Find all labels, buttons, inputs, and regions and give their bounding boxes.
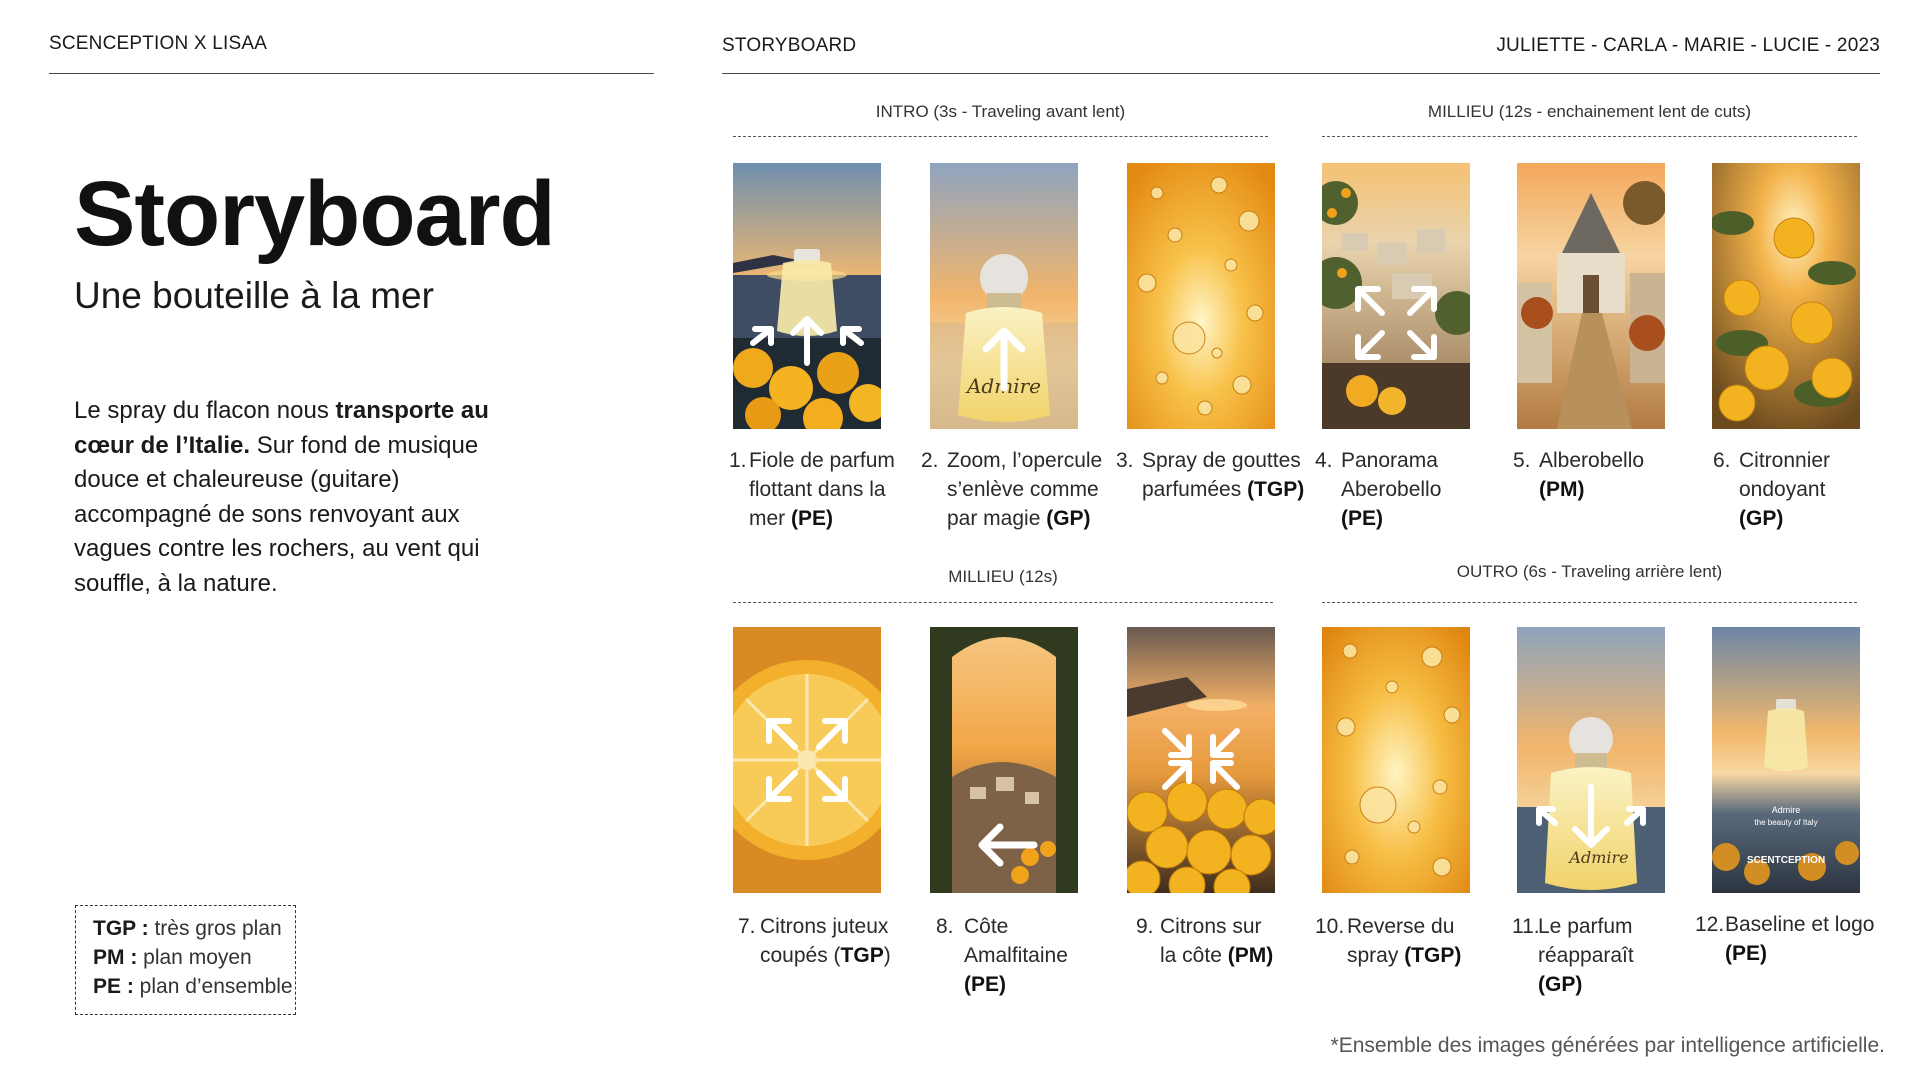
header-rule-left [49,73,654,74]
section-divider [1322,136,1857,137]
storyboard-frame-10 [1322,627,1470,893]
desc-text: Le spray du flacon nous [74,397,336,424]
legend-item: TGP : très gros plan [93,917,282,940]
description: Le spray du flacon nous transporte au cœ… [74,394,504,601]
storyboard-frame-7 [733,627,881,893]
desc-bold: cœur de l’Italie. [74,431,251,459]
storyboard-frame-12: Admire the beauty of Italy SCENTCEPTION [1712,627,1860,893]
header-right: JULIETTE - CARLA - MARIE - LUCIE - 2023 [1496,35,1880,56]
legend-item: PE : plan d’ensemble [93,975,293,998]
desc-text: vagues contre les rochers, au vent qui [74,535,480,562]
section-divider [733,602,1273,603]
section-divider [733,136,1268,137]
storyboard-frame-6 [1712,163,1860,429]
footnote: *Ensemble des images générées par intell… [1330,1034,1885,1057]
desc-text: Sur fond de musique [250,431,479,459]
storyboard-frame-9 [1127,627,1275,893]
storyboard-frame-1 [733,163,881,429]
bottle-logo: Admire [1567,848,1628,867]
desc-text: souffle, à la nature. [74,569,278,597]
baseline-text: Admire [1772,805,1801,815]
storyboard-frame-3 [1127,163,1275,429]
baseline-text: the beauty of Italy [1754,818,1817,827]
storyboard-frame-2: Admire [930,163,1078,429]
shot-legend: TGP : très gros plan PM : plan moyen PE … [75,905,296,1015]
storyboard-frame-11: Admire [1517,627,1665,893]
section-millieu-2: MILLIEU (12s) [948,567,1058,586]
storyboard-frame-4 [1322,163,1470,429]
section-millieu-1: MILLIEU (12s - enchainement lent de cuts… [1427,102,1752,121]
storyboard-frame-8 [930,627,1078,893]
header-center: STORYBOARD [722,35,857,56]
page-subtitle: Une bouteille à la mer [74,275,434,316]
header-left: SCENCEPTION X LISAA [49,33,268,54]
section-intro: INTRO (3s - Traveling avant lent) [875,102,1126,121]
desc-bold: transporte au [335,397,489,424]
section-outro: OUTRO (6s - Traveling arrière lent) [1456,562,1723,581]
header-rule-right [722,73,1880,74]
storyboard-frame-5 [1517,163,1665,429]
legend-item: PM : plan moyen [93,946,252,969]
page-title: Storyboard [74,163,556,265]
brand-logo-text: SCENTCEPTION [1747,855,1825,866]
section-divider [1322,602,1857,603]
desc-text: accompagné de sons renvoyant aux [74,500,460,528]
desc-text: douce et chaleureuse (guitare) [74,466,400,493]
